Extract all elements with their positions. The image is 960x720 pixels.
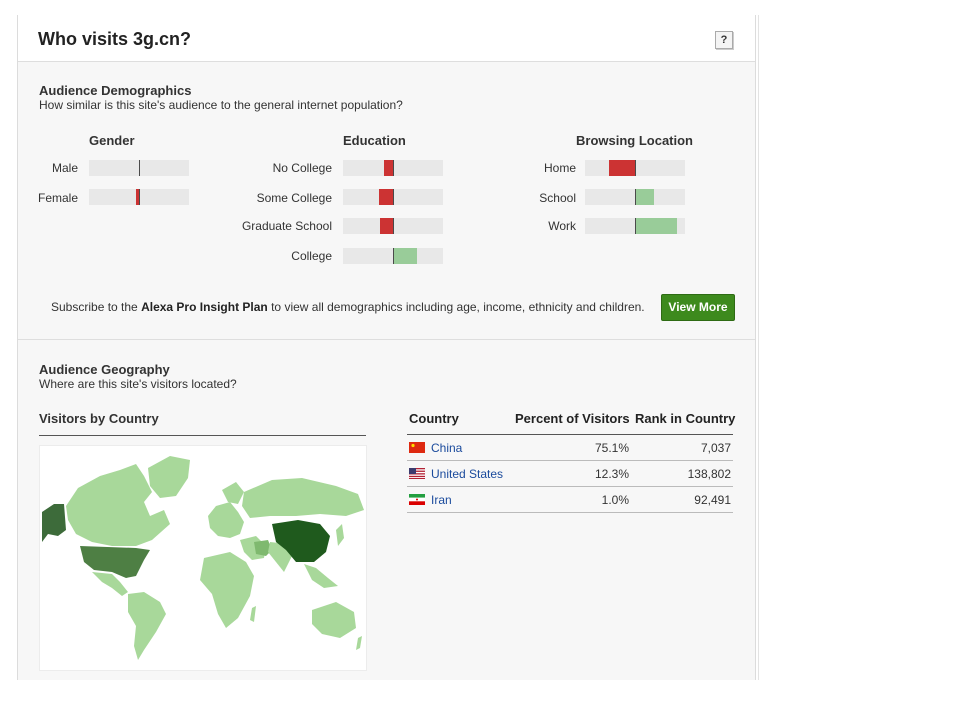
south-america-shape: [128, 592, 166, 660]
demographics-title: Audience Demographics: [39, 83, 192, 98]
china-flag-icon: [409, 442, 425, 453]
visitors-by-country-title: Visitors by Country: [39, 411, 159, 426]
demo-bar-fill: [609, 160, 635, 176]
demo-bar-male: [89, 160, 189, 176]
percent-value: 75.1%: [594, 441, 629, 455]
education-heading: Education: [343, 133, 406, 148]
rank-value: 92,491: [694, 493, 731, 507]
geography-subtitle: Where are this site's visitors located?: [39, 377, 237, 391]
demo-label-home: Home: [543, 161, 576, 175]
geography-title: Audience Geography: [39, 362, 170, 377]
alaska-shape: [42, 504, 66, 542]
demo-bar-home: [585, 160, 685, 176]
percent-value: 12.3%: [594, 467, 629, 481]
browsing-location-heading: Browsing Location: [576, 133, 693, 148]
view-more-button[interactable]: View More: [661, 294, 735, 321]
greenland-shape: [148, 456, 190, 498]
table-row: United States 12.3% 138,802: [407, 461, 733, 487]
table-header-percent: Percent of Visitors: [515, 411, 630, 426]
southeast-asia-shape: [304, 564, 338, 588]
new-zealand-shape: [356, 636, 362, 650]
demo-bar-graduate-school: [343, 218, 443, 234]
section-divider: [18, 339, 755, 340]
demo-bar-some-college: [343, 189, 443, 205]
demo-bar-female: [89, 189, 189, 205]
world-map[interactable]: [39, 445, 367, 671]
demo-bar-fill: [635, 189, 654, 205]
outer-border: [758, 15, 759, 680]
table-header-country: Country: [409, 411, 459, 426]
page-title: Who visits 3g.cn?: [38, 29, 192, 49]
country-link-united-states[interactable]: United States: [431, 467, 503, 481]
demographics-subtitle: How similar is this site's audience to t…: [39, 98, 403, 112]
demo-bar-fill: [393, 248, 417, 264]
demo-label-work: Work: [548, 219, 576, 233]
rank-value: 138,802: [687, 467, 731, 481]
demo-bar-no-college: [343, 160, 443, 176]
gender-heading: Gender: [89, 133, 135, 148]
country-link-china[interactable]: China: [431, 441, 462, 455]
usa-shape: [80, 546, 150, 578]
demo-bar-fill: [384, 160, 393, 176]
demo-bar-school: [585, 189, 685, 205]
demo-label-male: Male: [51, 161, 78, 175]
africa-shape: [200, 552, 254, 628]
europe-shape: [208, 502, 244, 538]
demo-label-graduate-school: Graduate School: [241, 219, 332, 233]
demo-bar-fill: [379, 189, 393, 205]
country-link-iran[interactable]: Iran: [431, 493, 452, 507]
demo-label-no-college: No College: [272, 161, 332, 175]
demo-bar-work: [585, 218, 685, 234]
iran-flag-icon: [409, 494, 425, 505]
russia-shape: [242, 478, 364, 518]
madagascar-shape: [250, 606, 256, 622]
subscribe-text: Subscribe to the Alexa Pro Insight Plan …: [51, 300, 645, 314]
help-button[interactable]: ?: [715, 31, 733, 49]
australia-shape: [312, 602, 356, 638]
demo-bar-college: [343, 248, 443, 264]
demo-label-college: College: [291, 249, 332, 263]
demo-label-school: School: [539, 191, 576, 205]
table-row: Iran 1.0% 92,491: [407, 487, 733, 513]
demo-label-some-college: Some College: [256, 191, 332, 205]
japan-shape: [336, 524, 344, 546]
title-bar: Who visits 3g.cn? ?: [18, 15, 755, 62]
pro-plan-link[interactable]: Alexa Pro Insight Plan: [141, 300, 268, 314]
us-flag-icon: [409, 468, 425, 479]
demo-bar-fill: [380, 218, 393, 234]
demo-bar-fill: [635, 218, 677, 234]
map-title-rule: [39, 435, 366, 436]
table-header-rank: Rank in Country: [635, 411, 736, 426]
rank-value: 7,037: [700, 441, 731, 455]
table-row: China 75.1% 7,037: [407, 435, 733, 461]
percent-value: 1.0%: [601, 493, 629, 507]
scandinavia-shape: [222, 482, 244, 504]
visitors-panel: Who visits 3g.cn? ? Audience Demographic…: [17, 15, 756, 680]
demo-label-female: Female: [37, 191, 78, 205]
